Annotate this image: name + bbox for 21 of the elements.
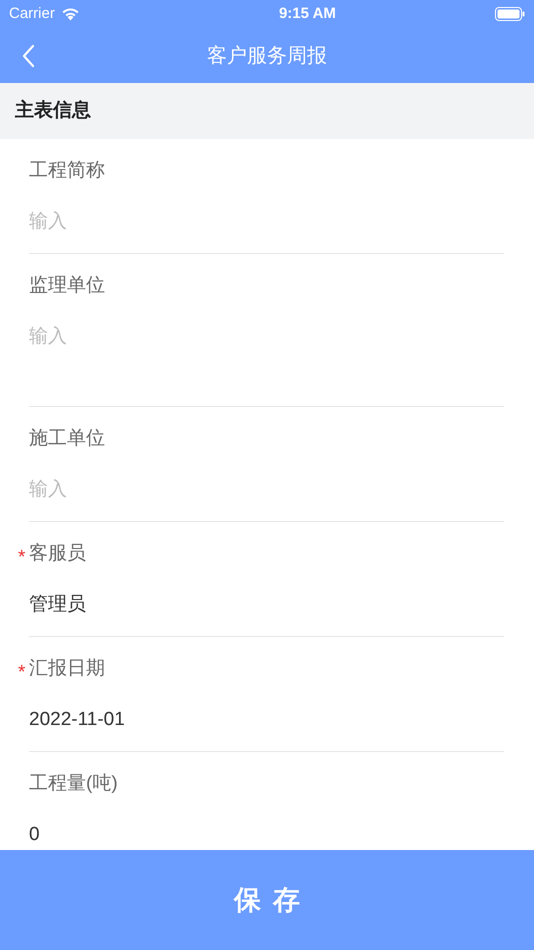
input-field[interactable]: 输入	[29, 323, 504, 389]
section-title: 主表信息	[15, 98, 91, 123]
field-label: 客服员	[29, 542, 86, 566]
input-field[interactable]: 2022-11-01	[29, 706, 504, 734]
field-label: 汇报日期	[29, 656, 105, 681]
page-title: 客户服务周报	[207, 44, 327, 68]
required-mark: *	[18, 661, 26, 685]
field-label: 工程量(吨)	[29, 772, 118, 796]
wifi-icon	[60, 7, 80, 21]
input-field[interactable]: 管理员	[29, 591, 504, 619]
chevron-left-icon	[21, 44, 35, 68]
carrier-name: Carrier	[9, 4, 55, 24]
field-label: 工程简称	[29, 158, 105, 183]
field-label: 施工单位	[29, 426, 105, 451]
required-mark: *	[18, 546, 26, 570]
clock-time: 9:15 AM	[278, 4, 336, 24]
field-label: 监理单位	[29, 274, 105, 298]
battery-icon	[495, 7, 525, 21]
input-field[interactable]: 0	[29, 821, 504, 849]
input-field[interactable]: 输入	[29, 208, 504, 236]
input-field[interactable]: 输入	[29, 476, 504, 504]
